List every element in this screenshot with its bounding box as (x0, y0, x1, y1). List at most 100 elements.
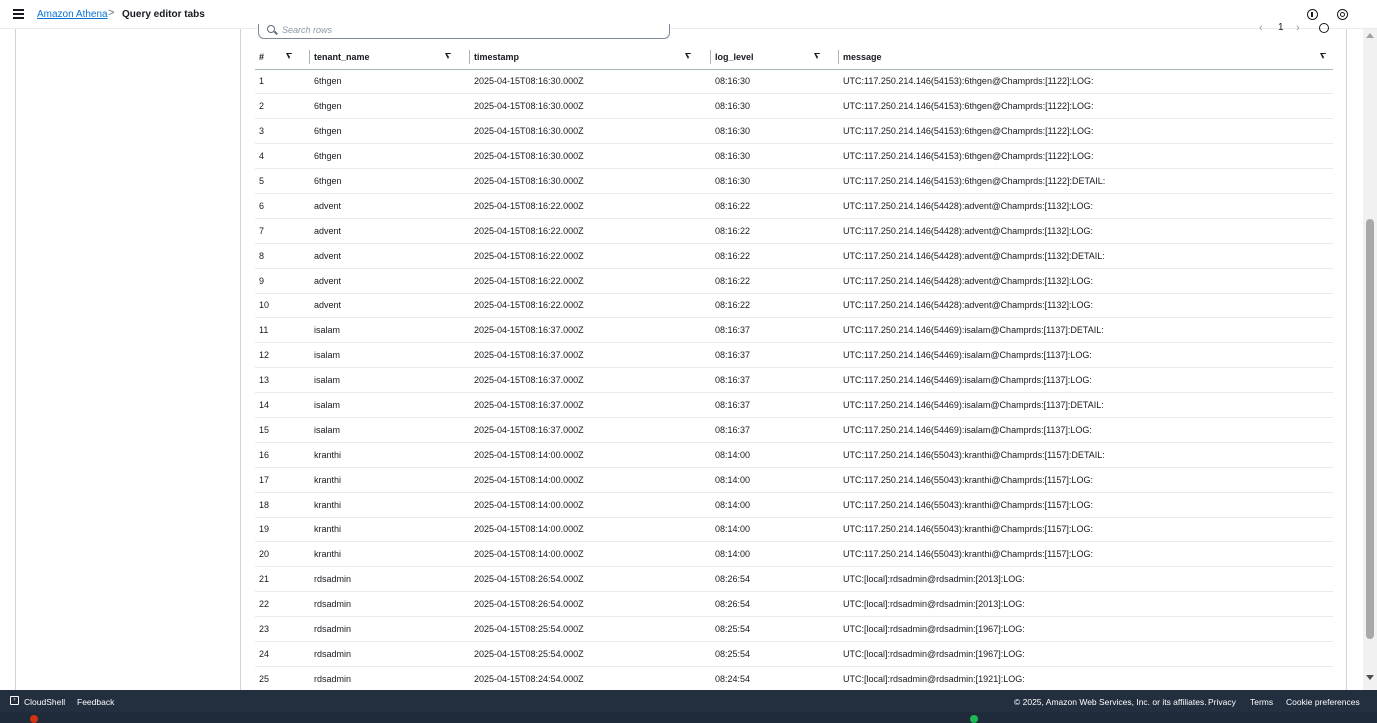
table-preferences-gear-icon[interactable] (1319, 23, 1329, 33)
tenant-name-cell: 6thgen (310, 93, 470, 120)
table-row[interactable]: 9 advent 2025-04-15T08:16:22.000Z 08:16:22 U… (255, 268, 1333, 294)
table-row[interactable]: 24 rdsadmin 2025-04-15T08:25:54.000Z 08:25:… (255, 641, 1333, 667)
breadcrumb-athena-link[interactable]: Amazon Athena (37, 9, 108, 20)
row-number-cell: 3 (255, 118, 310, 145)
log-level-cell: 08:16:37 (711, 317, 839, 344)
message-cell: UTC:117.250.214.146(54153):6thgen@Champr… (839, 118, 1333, 145)
log-level-cell: 08:16:22 (711, 268, 839, 294)
timestamp-cell: 2025-04-15T08:16:30.000Z (470, 118, 711, 145)
timestamp-cell: 2025-04-15T08:16:37.000Z (470, 342, 711, 369)
filter-icon[interactable] (685, 53, 692, 60)
filter-icon[interactable] (445, 53, 452, 60)
tenant-name-cell: rdsadmin (310, 566, 470, 593)
log-level-cell: 08:16:30 (711, 143, 839, 170)
table-row[interactable]: 14 isalam 2025-04-15T08:16:37.000Z 08:16:37… (255, 392, 1333, 418)
table-row[interactable]: 7 advent 2025-04-15T08:16:22.000Z 08:16:22 U… (255, 218, 1333, 244)
timestamp-cell: 2025-04-15T08:25:54.000Z (470, 641, 711, 667)
filter-icon[interactable] (814, 53, 821, 60)
table-row[interactable]: 8 advent 2025-04-15T08:16:22.000Z 08:16:22 U… (255, 243, 1333, 269)
tenant-name-cell: 6thgen (310, 168, 470, 194)
page-scrollbar[interactable] (1363, 29, 1377, 690)
table-row[interactable]: 11 isalam 2025-04-15T08:16:37.000Z 08:16:37… (255, 317, 1333, 344)
timestamp-cell: 2025-04-15T08:24:54.000Z (470, 666, 711, 692)
tenant-name-cell: isalam (310, 342, 470, 369)
next-page-button[interactable]: › (1296, 22, 1300, 34)
cloudshell-icon[interactable]: › (10, 696, 19, 705)
row-number-cell: 25 (255, 666, 310, 692)
tenant-name-cell: isalam (310, 317, 470, 344)
column-header-message[interactable]: message (839, 45, 1333, 70)
log-level-cell: 08:16:37 (711, 417, 839, 443)
tenant-name-cell: advent (310, 293, 470, 319)
table-row[interactable]: 1 6thgen 2025-04-15T08:16:30.000Z 08:16:30 U… (255, 69, 1333, 95)
scrollbar-thumb[interactable] (1366, 219, 1374, 639)
filter-icon[interactable] (1320, 53, 1327, 60)
column-header-timestamp[interactable]: timestamp (470, 45, 711, 70)
timestamp-cell: 2025-04-15T08:14:00.000Z (470, 442, 711, 468)
message-cell: UTC:[local]:rdsadmin@rdsadmin:[1967]:LOG… (839, 641, 1333, 667)
filter-icon[interactable] (286, 53, 293, 60)
table-row[interactable]: 21 rdsadmin 2025-04-15T08:26:54.000Z 08:26:… (255, 566, 1333, 593)
table-row[interactable]: 23 rdsadmin 2025-04-15T08:25:54.000Z 08:25:… (255, 616, 1333, 642)
table-row[interactable]: 10 advent 2025-04-15T08:16:22.000Z 08:16:22… (255, 293, 1333, 319)
table-row[interactable]: 3 6thgen 2025-04-15T08:16:30.000Z 08:16:30 U… (255, 118, 1333, 145)
table-row[interactable]: 5 6thgen 2025-04-15T08:16:30.000Z 08:16:30 U… (255, 168, 1333, 194)
menu-icon[interactable] (13, 9, 24, 19)
column-header-tenant-name[interactable]: tenant_name (310, 45, 470, 70)
timestamp-cell: 2025-04-15T08:16:37.000Z (470, 317, 711, 344)
settings-icon[interactable] (1337, 9, 1348, 20)
timestamp-cell: 2025-04-15T08:16:22.000Z (470, 293, 711, 319)
table-row[interactable]: 20 kranthi 2025-04-15T08:14:00.000Z 08:14:0… (255, 541, 1333, 568)
table-row[interactable]: 25 rdsadmin 2025-04-15T08:24:54.000Z 08:24:… (255, 666, 1333, 692)
table-row[interactable]: 22 rdsadmin 2025-04-15T08:26:54.000Z 08:26:… (255, 591, 1333, 618)
timestamp-cell: 2025-04-15T08:16:37.000Z (470, 392, 711, 418)
cloudshell-link[interactable]: CloudShell (24, 697, 65, 707)
terms-link[interactable]: Terms (1250, 697, 1273, 707)
log-level-cell: 08:24:54 (711, 666, 839, 692)
log-level-cell: 08:16:30 (711, 118, 839, 145)
taskbar-app-icon[interactable] (970, 715, 978, 723)
column-header-number[interactable]: # (255, 45, 310, 70)
table-row[interactable]: 16 kranthi 2025-04-15T08:14:00.000Z 08:14:0… (255, 442, 1333, 468)
scroll-up-icon[interactable] (1366, 33, 1374, 38)
log-level-cell: 08:16:30 (711, 93, 839, 120)
tenant-name-cell: kranthi (310, 492, 470, 518)
timestamp-cell: 2025-04-15T08:14:00.000Z (470, 517, 711, 543)
tenant-name-cell: advent (310, 193, 470, 219)
log-level-cell: 08:16:37 (711, 342, 839, 369)
previous-page-button[interactable]: ‹ (1259, 22, 1263, 34)
message-cell: UTC:117.250.214.146(54428):advent@Champr… (839, 293, 1333, 319)
taskbar-app-icon[interactable] (30, 715, 38, 723)
row-number-cell: 12 (255, 342, 310, 369)
log-level-cell: 08:16:37 (711, 392, 839, 418)
table-row[interactable]: 12 isalam 2025-04-15T08:16:37.000Z 08:16:37… (255, 342, 1333, 369)
log-level-cell: 08:14:00 (711, 492, 839, 518)
column-header-log-level[interactable]: log_level (711, 45, 839, 70)
scroll-down-icon[interactable] (1366, 675, 1374, 680)
search-rows-box[interactable] (258, 24, 670, 39)
table-row[interactable]: 17 kranthi 2025-04-15T08:14:00.000Z 08:14:0… (255, 467, 1333, 493)
message-cell: UTC:117.250.214.146(54428):advent@Champr… (839, 243, 1333, 269)
tenant-name-cell: isalam (310, 417, 470, 443)
table-row[interactable]: 2 6thgen 2025-04-15T08:16:30.000Z 08:16:30 U… (255, 93, 1333, 120)
privacy-link[interactable]: Privacy (1208, 697, 1236, 707)
feedback-link[interactable]: Feedback (77, 697, 114, 707)
search-rows-input[interactable] (282, 24, 662, 36)
timestamp-cell: 2025-04-15T08:16:37.000Z (470, 417, 711, 443)
tenant-name-cell: 6thgen (310, 143, 470, 170)
tenant-name-cell: isalam (310, 392, 470, 418)
table-row[interactable]: 19 kranthi 2025-04-15T08:14:00.000Z 08:14:0… (255, 517, 1333, 543)
current-page-number[interactable]: 1 (1278, 22, 1284, 33)
table-row[interactable]: 15 isalam 2025-04-15T08:16:37.000Z 08:16:37… (255, 417, 1333, 443)
log-level-cell: 08:14:00 (711, 541, 839, 568)
message-cell: UTC:117.250.214.146(54153):6thgen@Champr… (839, 168, 1333, 194)
message-cell: UTC:[local]:rdsadmin@rdsadmin:[2013]:LOG… (839, 566, 1333, 593)
log-level-cell: 08:16:22 (711, 293, 839, 319)
table-row[interactable]: 13 isalam 2025-04-15T08:16:37.000Z 08:16:37… (255, 367, 1333, 394)
info-icon[interactable] (1307, 9, 1318, 20)
top-navigation: Amazon Athena > Query editor tabs (0, 0, 1377, 29)
table-row[interactable]: 18 kranthi 2025-04-15T08:14:00.000Z 08:14:0… (255, 492, 1333, 518)
cookie-preferences-link[interactable]: Cookie preferences (1286, 697, 1360, 707)
table-row[interactable]: 4 6thgen 2025-04-15T08:16:30.000Z 08:16:30 U… (255, 143, 1333, 170)
table-row[interactable]: 6 advent 2025-04-15T08:16:22.000Z 08:16:22 U… (255, 193, 1333, 219)
